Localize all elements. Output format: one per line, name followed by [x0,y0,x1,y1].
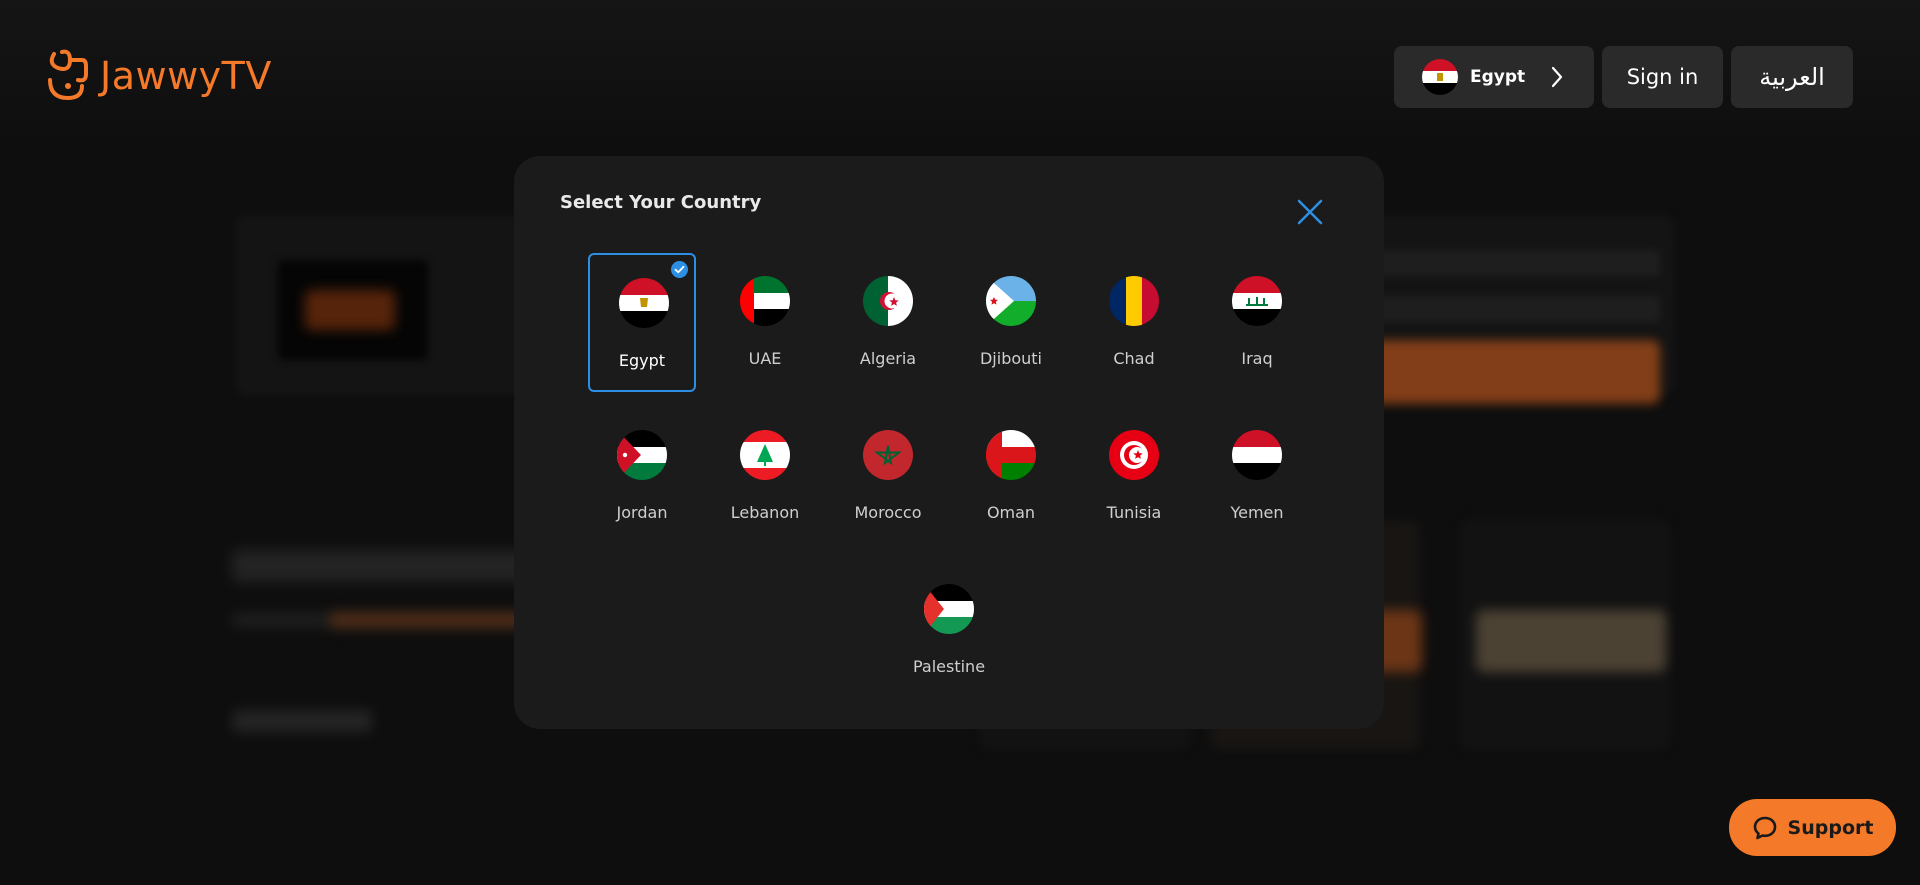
country-label: Lebanon [730,503,800,522]
djibouti-flag-icon [986,276,1036,326]
country-option-morocco[interactable]: Morocco [834,407,942,546]
country-label: Palestine [912,657,986,676]
palestine-flag-icon [924,584,974,634]
bg-plan-button [1476,610,1666,672]
country-label: Oman [986,503,1036,522]
bg-input [1370,296,1660,322]
oman-flag-icon [986,430,1036,480]
sign-in-button[interactable]: Sign in [1602,46,1723,108]
country-label: Chad [1113,349,1155,368]
country-option-jordan[interactable]: Jordan [588,407,696,546]
bg-small-text [232,710,372,732]
bg-orange-button [1370,340,1660,404]
country-label: Yemen [1230,503,1284,522]
morocco-flag-icon [863,430,913,480]
country-option-egypt[interactable]: Egypt [588,253,696,392]
support-label: Support [1787,816,1874,839]
algeria-flag-icon [863,276,913,326]
country-select-modal: Select Your Country Egypt UAE Algeria Dj… [514,156,1384,729]
support-button[interactable]: Support [1729,799,1896,856]
jawwy-tv-logo[interactable]: JawwyTV [44,46,272,106]
country-option-oman[interactable]: Oman [957,407,1065,546]
country-option-uae[interactable]: UAE [711,253,819,392]
bg-thumbnail-logo [305,290,395,330]
language-toggle-button[interactable]: العربية [1731,46,1853,108]
country-label: Morocco [854,503,922,522]
uae-flag-icon [740,276,790,326]
current-country-label: Egypt [1470,67,1526,87]
yemen-flag-icon [1232,430,1282,480]
chevron-right-icon [1551,66,1563,88]
close-icon[interactable] [1294,196,1326,228]
country-label: Algeria [859,349,917,368]
country-option-yemen[interactable]: Yemen [1203,407,1311,546]
country-label: UAE [748,349,782,368]
country-option-djibouti[interactable]: Djibouti [957,253,1065,392]
country-label: Tunisia [1106,503,1162,522]
country-label: Iraq [1241,349,1273,368]
country-selector-button[interactable]: Egypt [1394,46,1594,108]
jordan-flag-icon [617,430,667,480]
chad-flag-icon [1109,276,1159,326]
egypt-flag-icon [1422,59,1458,95]
country-label: Jordan [616,503,668,522]
country-label: Djibouti [979,349,1042,368]
tunisia-flag-icon [1109,430,1159,480]
country-option-iraq[interactable]: Iraq [1203,253,1311,392]
egypt-flag-icon [619,278,669,328]
country-option-palestine[interactable]: Palestine [895,561,1003,700]
logo-text: JawwyTV [100,54,272,98]
chat-bubble-icon [1753,816,1776,839]
bg-input [1370,250,1660,276]
country-option-tunisia[interactable]: Tunisia [1080,407,1188,546]
country-option-algeria[interactable]: Algeria [834,253,942,392]
lebanon-flag-icon [740,430,790,480]
logo-mark-icon [48,49,88,101]
top-header: JawwyTV Egypt Sign in العربية [0,0,1920,150]
country-label: Egypt [618,351,666,370]
country-option-lebanon[interactable]: Lebanon [711,407,819,546]
selected-check-icon [671,261,688,278]
country-option-chad[interactable]: Chad [1080,253,1188,392]
modal-title: Select Your Country [560,192,762,213]
iraq-flag-icon [1232,276,1282,326]
